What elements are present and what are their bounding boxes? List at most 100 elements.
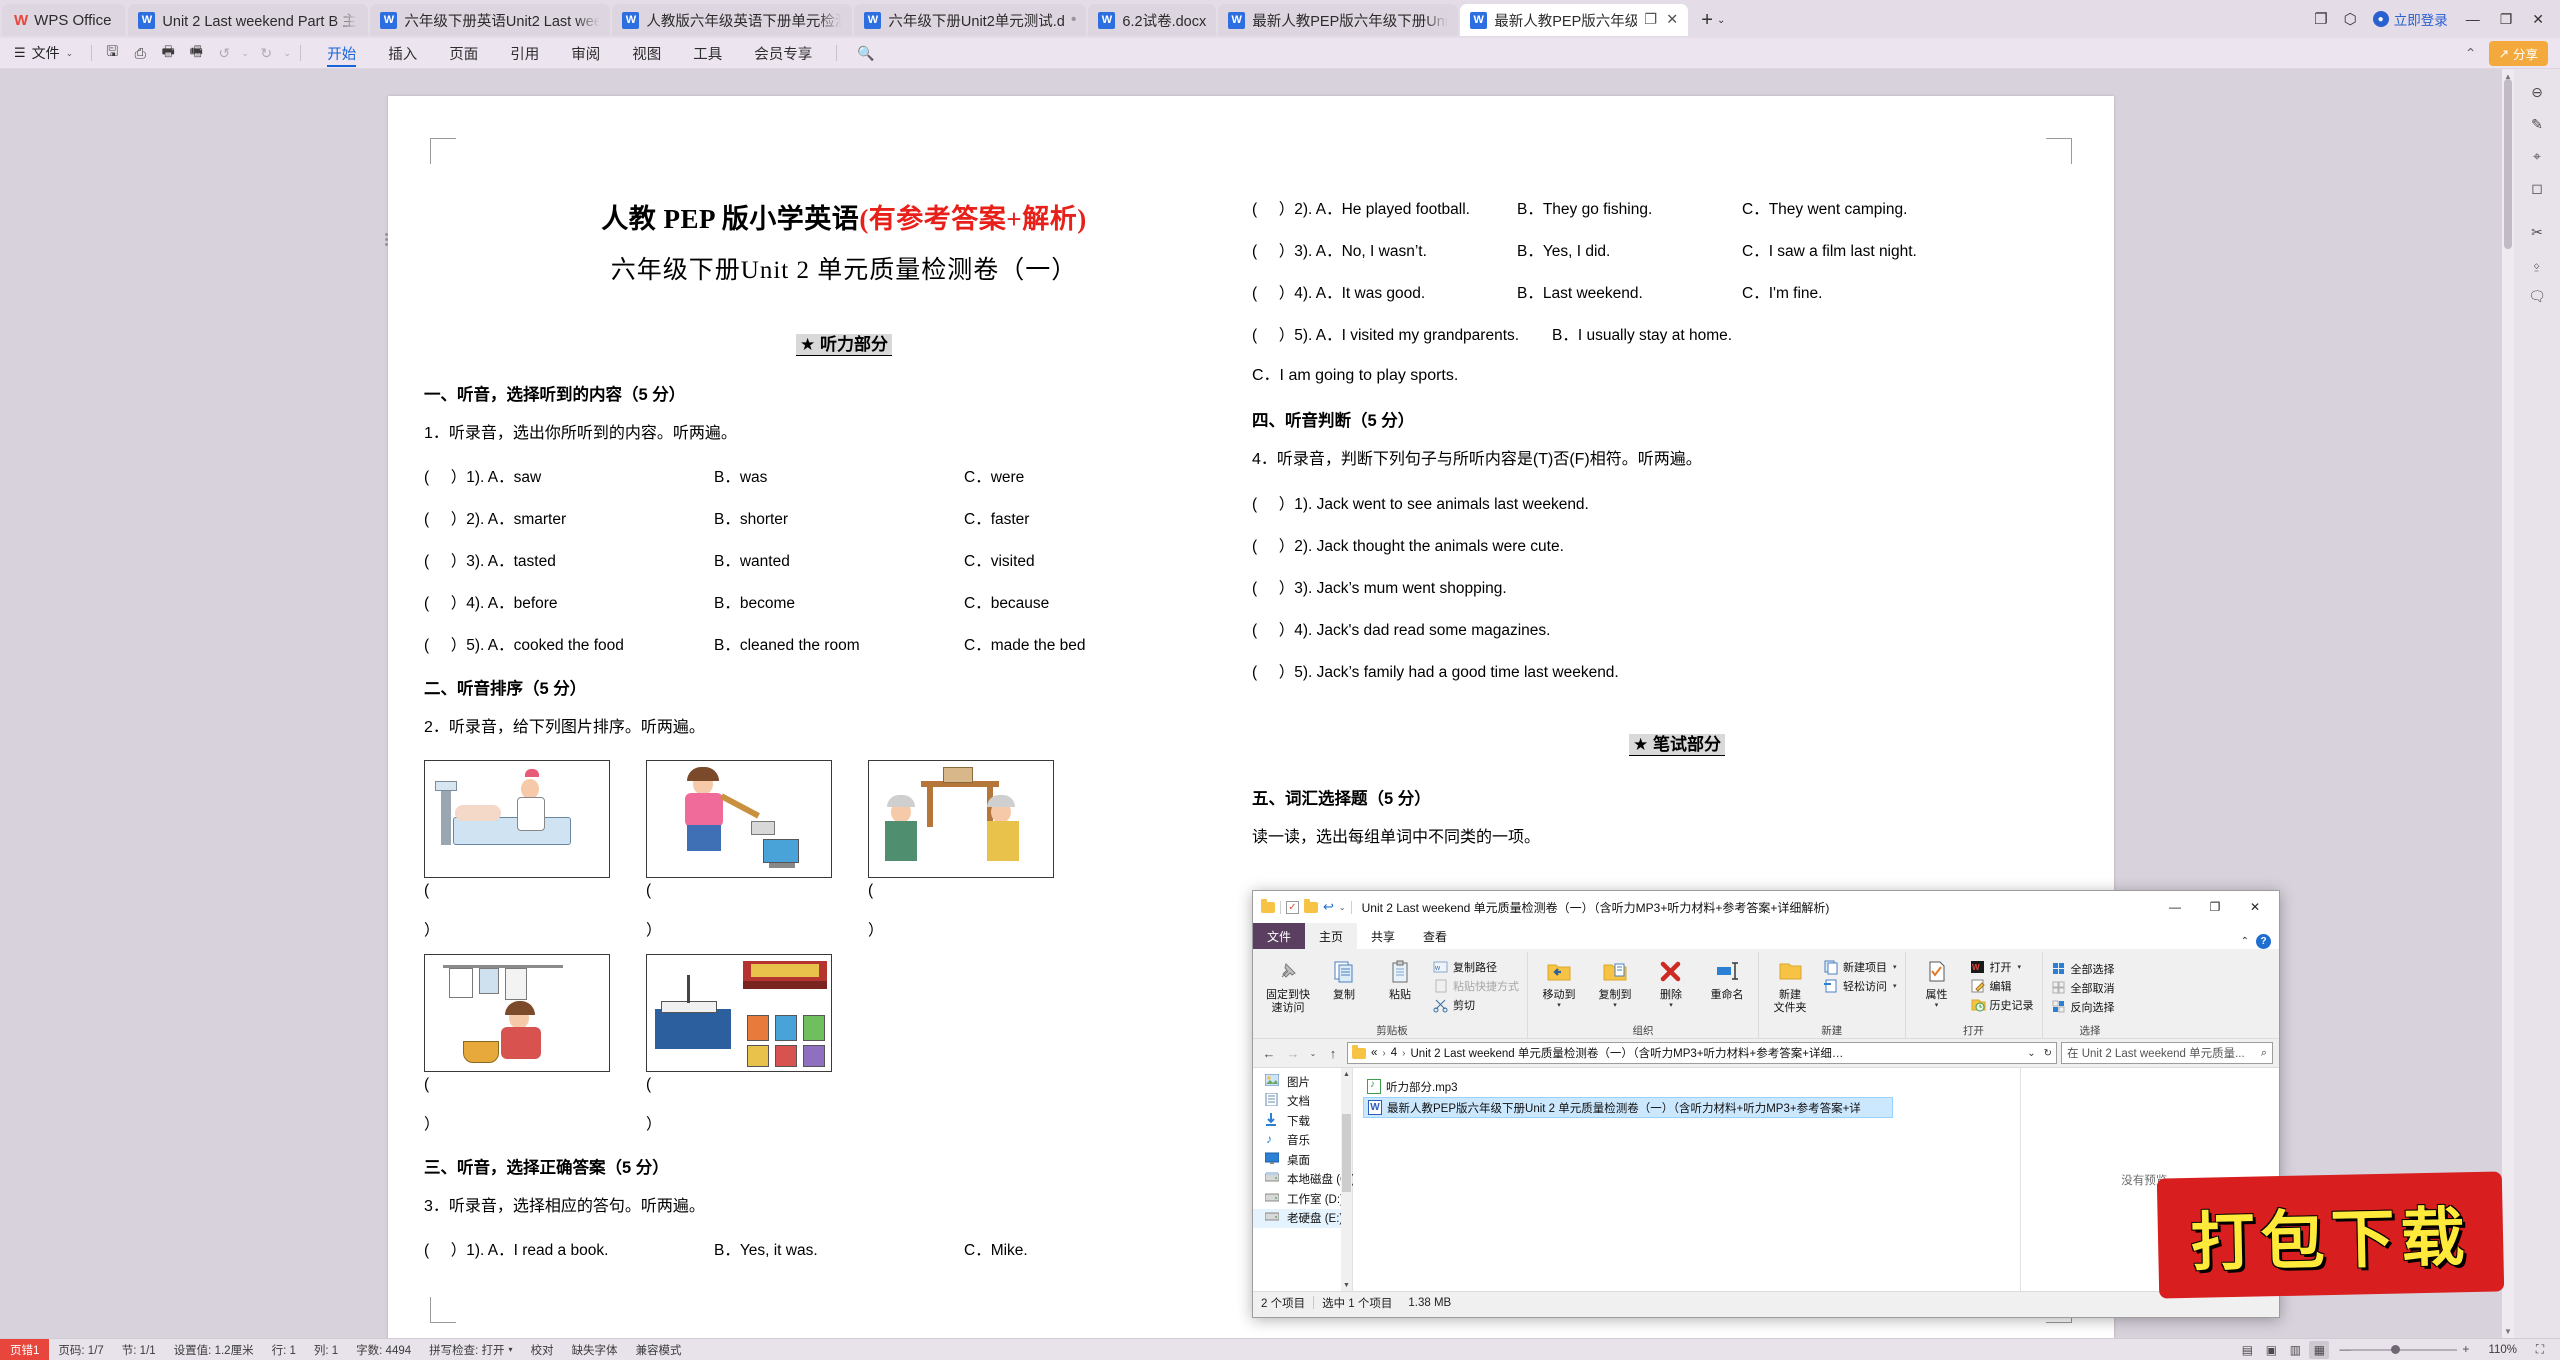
proof-label[interactable]: 校对 bbox=[522, 1342, 563, 1358]
scroll-down-arrow[interactable]: ▼ bbox=[2502, 1324, 2514, 1338]
nav-item-workspace-d[interactable]: 工作室 (D:) bbox=[1253, 1189, 1352, 1209]
search-icon[interactable]: ⌕ bbox=[2261, 1047, 2267, 1060]
easy-access-button[interactable]: 轻松访问 ▾ bbox=[1819, 977, 1901, 995]
zoom-in-button[interactable]: + bbox=[2462, 1342, 2469, 1356]
zoom-slider[interactable]: — + bbox=[2339, 1341, 2469, 1359]
document-tab-6[interactable]: W 最新人教PEP版六年级下册Unit 2 单元 bbox=[1218, 4, 1459, 36]
zoom-track[interactable] bbox=[2351, 1348, 2458, 1351]
scrollbar-thumb[interactable] bbox=[2504, 79, 2512, 249]
explorer-close-button[interactable]: ✕ bbox=[2235, 892, 2275, 922]
chevron-down-icon[interactable]: ▾ bbox=[2018, 963, 2022, 971]
undo-icon[interactable]: ↩ bbox=[1323, 899, 1334, 915]
tab-tools[interactable]: 工具 bbox=[677, 38, 738, 69]
nav-item-pictures[interactable]: 图片 bbox=[1253, 1072, 1352, 1092]
explorer-maximize-button[interactable]: ❐ bbox=[2195, 892, 2235, 922]
web-layout-view-icon[interactable]: ▥ bbox=[2285, 1341, 2305, 1359]
explorer-file-list[interactable]: 听力部分.mp3 W 最新人教PEP版六年级下册Unit 2 单元质量检测卷（一… bbox=[1353, 1068, 2021, 1291]
window-maximize-button[interactable]: ❐ bbox=[2498, 11, 2515, 28]
nav-item-old-disk-e[interactable]: 老硬盘 (E:) bbox=[1253, 1208, 1352, 1228]
reading-view-icon[interactable]: ▦ bbox=[2309, 1340, 2330, 1359]
spellcheck-label[interactable]: 拼写检查: 打开 ▾ bbox=[420, 1342, 521, 1358]
explorer-tab-home[interactable]: 主页 bbox=[1305, 923, 1358, 949]
edit-button[interactable]: 编辑 bbox=[1966, 977, 2038, 995]
move-to-button[interactable]: 移动到 ▾ bbox=[1532, 954, 1586, 1025]
shape-tool-icon[interactable]: ◻ bbox=[2522, 173, 2552, 203]
file-list-item[interactable]: 听力部分.mp3 bbox=[1363, 1076, 2014, 1097]
file-list-item-selected[interactable]: W 最新人教PEP版六年级下册Unit 2 单元质量检测卷（一）（含听力材料+听… bbox=[1363, 1097, 1893, 1118]
page-error-badge[interactable]: 页错1 bbox=[0, 1338, 50, 1360]
undo-icon[interactable]: ↺ bbox=[210, 40, 238, 66]
tab-restore-icon[interactable]: ❐ bbox=[1644, 12, 1657, 28]
wps-office-home-button[interactable]: W WPS Office bbox=[2, 4, 126, 36]
print-preview-icon[interactable]: 🖷 bbox=[182, 40, 210, 66]
open-with-wps-button[interactable]: W 打开 ▾ bbox=[1966, 958, 2038, 976]
forward-button[interactable]: → bbox=[1283, 1043, 1303, 1063]
fit-page-icon[interactable]: ⛶ bbox=[2530, 1341, 2550, 1359]
full-screen-view-icon[interactable]: ▣ bbox=[2261, 1341, 2281, 1359]
tab-reference[interactable]: 引用 bbox=[494, 38, 555, 69]
breadcrumb-item[interactable]: 4 bbox=[1391, 1047, 1397, 1059]
chevron-down-icon[interactable]: ▾ bbox=[1557, 1002, 1561, 1010]
file-explorer-window[interactable]: ✓ ↩ ⌄ Unit 2 Last weekend 单元质量检测卷（一）（含听力… bbox=[1252, 890, 2280, 1318]
new-item-button[interactable]: 新建项目 ▾ bbox=[1819, 958, 1901, 976]
document-vertical-scrollbar[interactable]: ▲ ▼ bbox=[2502, 69, 2514, 1338]
tab-start[interactable]: 开始 bbox=[311, 38, 372, 69]
tab-overflow-dot[interactable]: • bbox=[1071, 11, 1077, 29]
ruler-info-label[interactable]: 设置值: 1.2厘米 bbox=[165, 1342, 263, 1358]
checkbox-icon[interactable]: ✓ bbox=[1286, 900, 1299, 914]
new-folder-button[interactable]: 新建 文件夹 bbox=[1763, 954, 1817, 1025]
address-dropdown-icon[interactable]: ⌄ bbox=[2027, 1048, 2035, 1059]
select-none-button[interactable]: 全部取消 bbox=[2047, 979, 2119, 997]
document-tab-7-active[interactable]: W 最新人教PEP版六年级下册Uni ❐ ✕ bbox=[1460, 4, 1689, 36]
tab-page[interactable]: 页面 bbox=[433, 38, 494, 69]
tab-view[interactable]: 视图 bbox=[616, 38, 677, 69]
tab-member[interactable]: 会员专享 bbox=[738, 38, 828, 69]
explorer-tab-file[interactable]: 文件 bbox=[1253, 923, 1306, 949]
eyedropper-icon[interactable]: ⍚ bbox=[2522, 249, 2552, 279]
window-minimize-button[interactable]: — bbox=[2464, 11, 2482, 27]
document-tab-2[interactable]: W 六年级下册英语Unit2 Last weekend bbox=[370, 4, 611, 36]
copy-path-button[interactable]: w 复制路径 bbox=[1429, 958, 1523, 976]
explorer-tab-view[interactable]: 查看 bbox=[1409, 923, 1461, 949]
delete-button[interactable]: 删除 ▾ bbox=[1644, 954, 1698, 1025]
select-all-button[interactable]: 全部选择 bbox=[2047, 960, 2119, 978]
section-info-label[interactable]: 节: 1/1 bbox=[113, 1342, 165, 1358]
file-menu-button[interactable]: ☰ 文件 ⌄ bbox=[0, 43, 85, 63]
cut-button[interactable]: 剪切 bbox=[1429, 996, 1523, 1014]
help-icon[interactable]: ? bbox=[2256, 934, 2271, 949]
chevron-down-icon[interactable]: ⌄ bbox=[1339, 903, 1346, 912]
col-label[interactable]: 列: 1 bbox=[305, 1342, 347, 1358]
nav-pane-scrollbar[interactable]: ▲ ▼ bbox=[1341, 1068, 1352, 1291]
search-icon[interactable]: 🔍 bbox=[857, 45, 874, 62]
paste-shortcut-button[interactable]: 粘贴快捷方式 bbox=[1429, 977, 1523, 995]
save-icon[interactable]: 🖫 bbox=[98, 40, 126, 66]
redo-icon[interactable]: ↻ bbox=[252, 40, 280, 66]
collapse-ribbon-icon[interactable]: ⌃ bbox=[2241, 936, 2249, 947]
nav-item-downloads[interactable]: 下载 bbox=[1253, 1111, 1352, 1131]
rename-button[interactable]: 重命名 bbox=[1700, 954, 1754, 1025]
nav-item-documents[interactable]: 文档 bbox=[1253, 1092, 1352, 1112]
explorer-search-box[interactable]: 在 Unit 2 Last weekend 单元质量... ⌕ bbox=[2061, 1042, 2273, 1064]
address-breadcrumb-bar[interactable]: « › 4 › Unit 2 Last weekend 单元质量检测卷（一）（含… bbox=[1347, 1042, 2057, 1064]
window-close-button[interactable]: ✕ bbox=[2530, 11, 2546, 28]
back-button[interactable]: ← bbox=[1259, 1043, 1279, 1063]
recent-locations-button[interactable]: ⌄ bbox=[1307, 1043, 1319, 1063]
invert-selection-button[interactable]: 反向选择 bbox=[2047, 998, 2119, 1016]
pin-to-quick-access-button[interactable]: 固定到快 速访问 bbox=[1261, 954, 1315, 1025]
explorer-title-bar[interactable]: ✓ ↩ ⌄ Unit 2 Last weekend 单元质量检测卷（一）（含听力… bbox=[1253, 891, 2279, 923]
print-icon[interactable]: 🖶 bbox=[154, 40, 182, 66]
up-button[interactable]: ↑ bbox=[1323, 1043, 1343, 1063]
nav-item-desktop[interactable]: 桌面 bbox=[1253, 1150, 1352, 1170]
collapse-ribbon-icon[interactable]: ⌃ bbox=[2465, 45, 2477, 62]
tab-insert[interactable]: 插入 bbox=[372, 38, 433, 69]
word-count-label[interactable]: 字数: 4494 bbox=[347, 1342, 420, 1358]
explorer-tab-share[interactable]: 共享 bbox=[1357, 923, 1409, 949]
scroll-down-arrow[interactable]: ▼ bbox=[1341, 1279, 1352, 1291]
copy-button[interactable]: 复制 bbox=[1317, 954, 1371, 1025]
undo-dropdown-icon[interactable]: ⌄ bbox=[238, 40, 252, 66]
share-button[interactable]: ↗ 分享 bbox=[2488, 40, 2548, 66]
breadcrumb-overflow[interactable]: « bbox=[1371, 1047, 1377, 1059]
shield-icon[interactable]: ⬡ bbox=[2344, 10, 2357, 28]
cut-tool-icon[interactable]: ✂ bbox=[2522, 217, 2552, 247]
breadcrumb-item-current[interactable]: Unit 2 Last weekend 单元质量检测卷（一）（含听力MP3+听力… bbox=[1411, 1045, 1844, 1061]
